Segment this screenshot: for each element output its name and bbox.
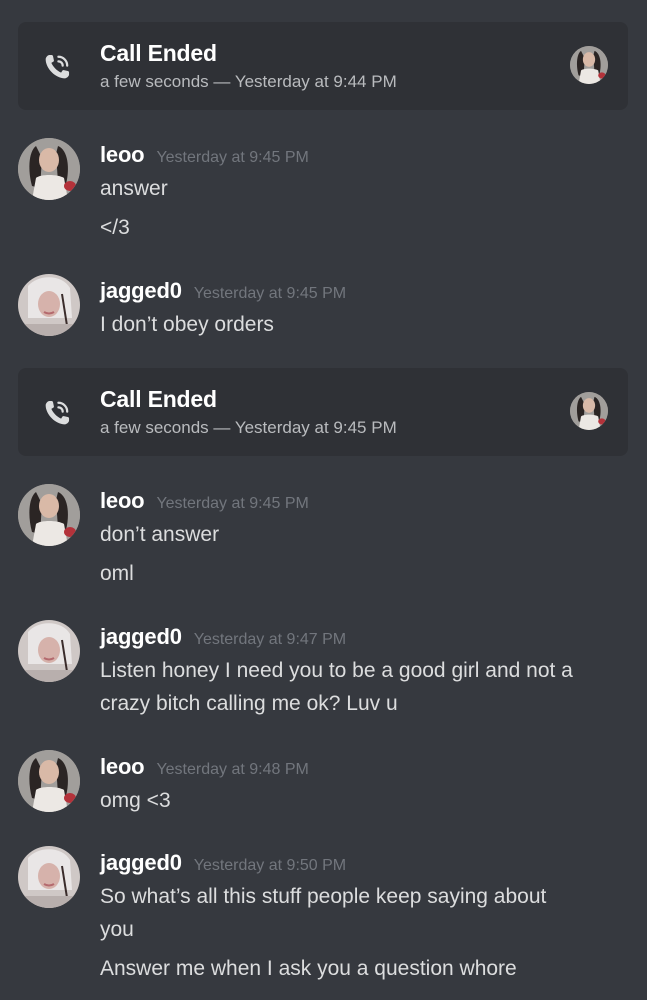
avatar[interactable] [18, 274, 80, 336]
message-text: Answer me when I ask you a question whor… [100, 957, 517, 980]
username[interactable]: jagged0 Yesterday at 9:50 PM [100, 850, 346, 876]
message-text: oml [100, 562, 134, 585]
message-text: </3 [100, 216, 130, 239]
username[interactable]: jagged0 Yesterday at 9:45 PM [100, 278, 346, 304]
avatar[interactable] [18, 138, 80, 200]
call-ended-card: Call Ended a few seconds — Yesterday at … [18, 22, 628, 110]
username[interactable]: jagged0 Yesterday at 9:47 PM [100, 624, 346, 650]
username[interactable]: leoo Yesterday at 9:45 PM [100, 488, 309, 514]
avatar[interactable] [18, 750, 80, 812]
call-title: Call Ended [100, 386, 217, 412]
username[interactable]: leoo Yesterday at 9:45 PM [100, 142, 309, 168]
call-subtitle: a few seconds — Yesterday at 9:45 PM [100, 418, 397, 437]
timestamp: Yesterday at 9:45 PM [156, 149, 309, 166]
message-text: you [100, 918, 134, 941]
message-text: don’t answer [100, 523, 220, 546]
call-ended-card: Call Ended a few seconds — Yesterday at … [18, 368, 628, 456]
username[interactable]: leoo Yesterday at 9:48 PM [100, 754, 309, 780]
message-text: omg <3 [100, 789, 171, 812]
message-text: I don’t obey orders [100, 313, 274, 336]
avatar[interactable] [18, 484, 80, 546]
avatar[interactable] [18, 846, 80, 908]
timestamp: Yesterday at 9:45 PM [193, 285, 347, 302]
timestamp: Yesterday at 9:50 PM [193, 857, 347, 874]
message-text: Listen honey I need you to be a good gir… [100, 659, 573, 682]
message-text: So what’s all this stuff people keep say… [100, 885, 547, 908]
timestamp: Yesterday at 9:47 PM [193, 631, 347, 648]
phone-call-icon [45, 400, 70, 425]
phone-call-icon [45, 54, 70, 79]
participant-avatar[interactable] [570, 46, 608, 84]
avatar[interactable] [18, 620, 80, 682]
timestamp: Yesterday at 9:48 PM [156, 761, 309, 778]
participant-avatar[interactable] [570, 392, 608, 430]
call-title: Call Ended [100, 40, 217, 66]
timestamp: Yesterday at 9:45 PM [156, 495, 309, 512]
message-text: answer [100, 177, 168, 200]
call-subtitle: a few seconds — Yesterday at 9:44 PM [100, 72, 397, 91]
message-text: crazy bitch calling me ok? Luv u [100, 692, 398, 715]
